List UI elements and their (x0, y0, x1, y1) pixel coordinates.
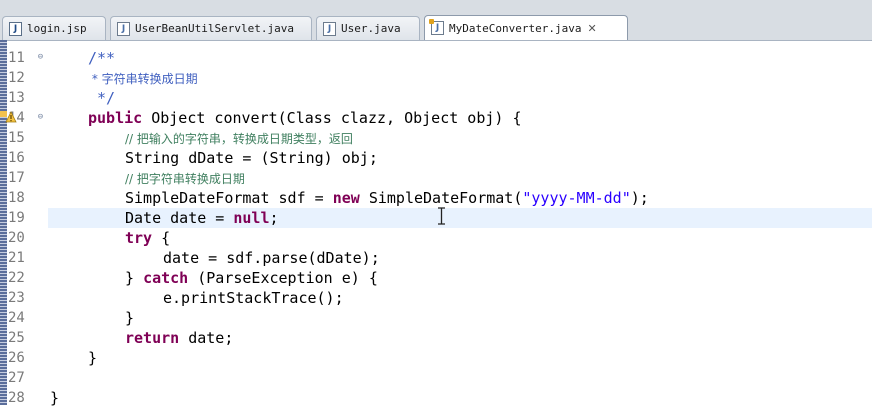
code-line-23: e.printStackTrace(); (163, 289, 344, 307)
code-line-16: String dDate = (String) obj; (125, 149, 378, 167)
line-number: 18 (8, 190, 25, 206)
editor-tab-bar: J login.jsp J UserBeanUtilServlet.java J… (0, 0, 872, 41)
tab-label: User.java (341, 22, 401, 35)
tab-label: login.jsp (27, 22, 87, 35)
code-line-15: // 把输入的字符串，转换成日期类型，返回 (125, 132, 353, 146)
line-number: 23 (8, 290, 25, 306)
code-line-26: } (88, 349, 98, 367)
line-number: 16 (8, 150, 25, 166)
line-number: 22 (8, 270, 25, 286)
code-line-14: public Object convert(Class clazz, Objec… (88, 109, 522, 127)
code-line-13: */ (88, 89, 116, 107)
tab-login-jsp[interactable]: J login.jsp (2, 16, 106, 40)
tab-label: MyDateConverter.java (449, 21, 582, 35)
code-line-21: date = sdf.parse(dDate); (163, 249, 380, 267)
code-line-17: // 把字符串转换成日期 (125, 172, 245, 186)
collapse-icon[interactable]: ⊖ (36, 113, 45, 122)
close-icon[interactable]: ✕ (587, 22, 596, 35)
line-number: 28 (8, 390, 25, 406)
code-editor[interactable]: /** * 字符串转换成日期 */ public Object convert(… (50, 40, 872, 407)
java-file-icon: J (117, 21, 130, 36)
line-number: 12 (8, 70, 25, 86)
code-line-28: } (50, 389, 60, 407)
tab-mydateconverter-java[interactable]: J MyDateConverter.java ✕ (424, 15, 628, 40)
code-line-19: Date date = null; (125, 209, 279, 227)
text-cursor-icon (438, 207, 445, 225)
line-number: 15 (8, 130, 25, 146)
java-file-icon: J (323, 21, 336, 36)
tab-userbeanutilservlet-java[interactable]: J UserBeanUtilServlet.java (110, 16, 312, 40)
tab-label: UserBeanUtilServlet.java (135, 22, 294, 35)
code-line-25: return date; (125, 329, 234, 347)
code-line-12: * 字符串转换成日期 (88, 72, 198, 86)
collapse-icon[interactable]: ⊖ (36, 53, 45, 62)
overview-ruler[interactable] (0, 40, 7, 405)
line-number: 17 (8, 170, 25, 186)
line-number: 19 (8, 210, 25, 226)
line-number: 20 (8, 230, 25, 246)
line-number: 21 (8, 250, 25, 266)
tab-user-java[interactable]: J User.java (316, 16, 420, 40)
java-file-icon: J (429, 19, 444, 35)
code-line-20: try { (125, 229, 171, 247)
jsp-file-icon: J (9, 21, 22, 36)
line-number: 13 (8, 90, 25, 106)
code-line-18: SimpleDateFormat sdf = new SimpleDateFor… (125, 189, 649, 207)
line-number: 27 (8, 370, 25, 386)
code-line-24: } (125, 309, 135, 327)
line-number: 24 (8, 310, 25, 326)
line-number: 11 (8, 50, 25, 66)
line-number: 25 (8, 330, 25, 346)
code-line-11: /** (88, 49, 116, 67)
code-line-22: } catch (ParseException e) { (125, 269, 378, 287)
line-number: 26 (8, 350, 25, 366)
override-marker-icon[interactable] (5, 111, 17, 123)
